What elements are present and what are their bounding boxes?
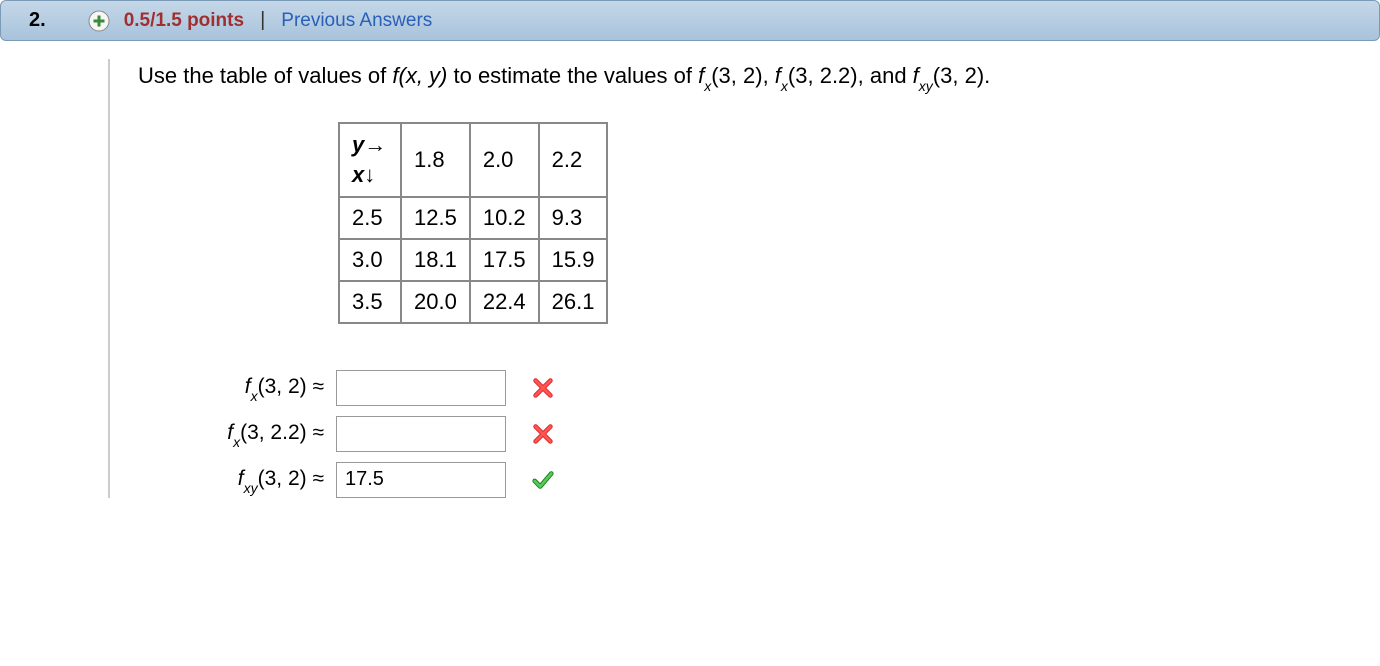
table-cell: 12.5: [401, 197, 470, 239]
row-header: 3.5: [339, 281, 401, 323]
arrow-down-icon: ↓: [364, 162, 375, 187]
table-cell: 22.4: [470, 281, 539, 323]
correct-icon: [530, 467, 556, 493]
approx-symbol: ≈: [312, 421, 324, 444]
arg-text: (3, 2.2): [240, 421, 307, 444]
table-cell: 17.5: [470, 239, 539, 281]
table-cell: 10.2: [470, 197, 539, 239]
fxy-expr: fxy: [913, 63, 933, 88]
y-label: y: [352, 132, 364, 157]
expand-icon[interactable]: [88, 10, 110, 32]
fx-expr: fx: [245, 375, 258, 398]
question-number: 2.: [29, 9, 46, 32]
answer-label: fxy(3, 2) ≈: [168, 467, 328, 493]
answer-input[interactable]: [336, 370, 506, 406]
question-header: 2. 0.5/1.5 points | Previous Answers: [0, 0, 1380, 41]
arg-text: (3, 2): [258, 375, 307, 398]
question-body: Use the table of values of f(x, y) to es…: [108, 59, 1380, 498]
approx-symbol: ≈: [312, 375, 324, 398]
row-header: 2.5: [339, 197, 401, 239]
row-header: 3.0: [339, 239, 401, 281]
table-cell: 26.1: [539, 281, 608, 323]
function-name: f(x, y): [392, 63, 447, 88]
answer-row: fxy(3, 2) ≈: [168, 462, 1362, 498]
x-label: x: [352, 162, 364, 187]
answer-row: fx(3, 2.2) ≈: [168, 416, 1362, 452]
arrow-right-icon: →: [364, 132, 386, 157]
prompt-text: .: [984, 63, 990, 88]
data-table: y→ x↓ 1.8 2.0 2.2 2.5 12.5 10.2 9.3 3.0 …: [338, 122, 608, 323]
col-header: 2.2: [539, 123, 608, 196]
arg-text: (3, 2): [933, 63, 984, 88]
wrong-icon: [530, 421, 556, 447]
fxy-expr: fxy: [238, 467, 258, 490]
corner-cell: y→ x↓: [339, 123, 401, 196]
question-prompt: Use the table of values of f(x, y) to es…: [138, 59, 1362, 94]
answer-input[interactable]: [336, 416, 506, 452]
table-header-row: y→ x↓ 1.8 2.0 2.2: [339, 123, 607, 196]
fx-expr: fx: [227, 421, 240, 444]
table-row: 2.5 12.5 10.2 9.3: [339, 197, 607, 239]
prompt-text: ,: [763, 63, 775, 88]
answer-label: fx(3, 2.2) ≈: [168, 421, 328, 447]
answer-row: fx(3, 2) ≈: [168, 370, 1362, 406]
answer-label: fx(3, 2) ≈: [168, 375, 328, 401]
arg-text: (3, 2): [711, 63, 762, 88]
prompt-text: to estimate the values of: [447, 63, 698, 88]
approx-symbol: ≈: [312, 467, 324, 490]
arg-text: (3, 2.2): [788, 63, 858, 88]
table-cell: 18.1: [401, 239, 470, 281]
prompt-text: , and: [858, 63, 913, 88]
fx-expr: fx: [698, 63, 711, 88]
separator: |: [260, 9, 265, 32]
col-header: 1.8: [401, 123, 470, 196]
points-label: 0.5/1.5 points: [124, 10, 244, 32]
table-cell: 20.0: [401, 281, 470, 323]
answer-list: fx(3, 2) ≈ fx(3, 2.2) ≈: [168, 370, 1362, 498]
col-header: 2.0: [470, 123, 539, 196]
table-cell: 9.3: [539, 197, 608, 239]
table-row: 3.0 18.1 17.5 15.9: [339, 239, 607, 281]
wrong-icon: [530, 375, 556, 401]
previous-answers-link[interactable]: Previous Answers: [281, 10, 432, 32]
prompt-text: Use the table of values of: [138, 63, 392, 88]
table-row: 3.5 20.0 22.4 26.1: [339, 281, 607, 323]
fx-expr: fx: [775, 63, 788, 88]
answer-input[interactable]: [336, 462, 506, 498]
arg-text: (3, 2): [258, 467, 307, 490]
table-cell: 15.9: [539, 239, 608, 281]
